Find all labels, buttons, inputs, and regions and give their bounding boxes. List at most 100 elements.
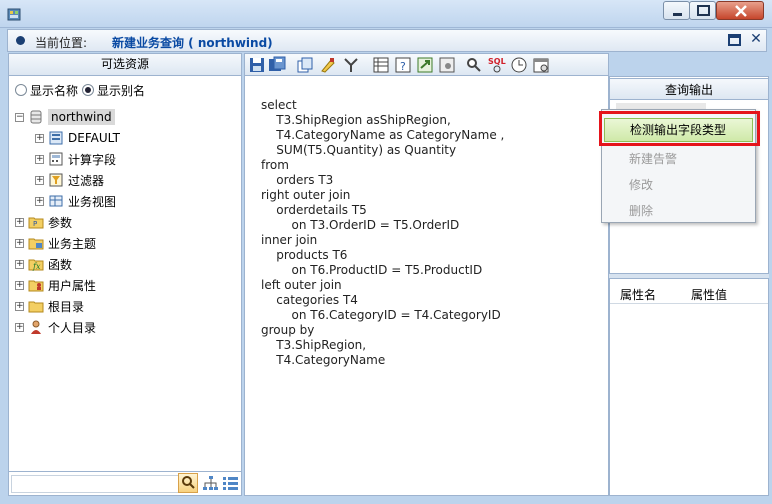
- personal-folder-icon: [31, 320, 41, 334]
- editor-toolbar: ? SQL: [244, 53, 609, 76]
- clear-icon[interactable]: [319, 56, 337, 74]
- export-icon[interactable]: [416, 56, 434, 74]
- folder-icon: [28, 301, 44, 313]
- tree-node-personal-dir[interactable]: + 个人目录: [15, 317, 96, 337]
- tree-node-filter[interactable]: + 过滤器: [35, 170, 104, 190]
- tree-label: 个人目录: [48, 320, 97, 335]
- copy-icon[interactable]: [296, 56, 314, 74]
- expand-icon[interactable]: +: [35, 133, 44, 143]
- clock-icon[interactable]: [510, 56, 528, 74]
- function-folder-icon: fx: [28, 259, 44, 271]
- database-icon: [30, 110, 42, 124]
- expand-icon[interactable]: +: [15, 238, 24, 248]
- tree-node-root-dir[interactable]: + 根目录: [15, 296, 84, 316]
- resource-panel-header: 可选资源: [9, 54, 241, 76]
- tree-node-default[interactable]: + DEFAULT: [35, 128, 120, 148]
- theme-folder-icon: [28, 238, 44, 250]
- resource-search-input[interactable]: [11, 475, 179, 493]
- svg-text:fx: fx: [32, 262, 41, 271]
- tree-node-parameters[interactable]: + P 参数: [15, 212, 72, 232]
- format-icon[interactable]: [342, 56, 360, 74]
- location-bullet-icon: [16, 36, 25, 45]
- sql-line: left outer join: [261, 278, 342, 292]
- sql-icon[interactable]: SQL: [488, 56, 506, 74]
- search-icon[interactable]: [465, 56, 483, 74]
- resource-panel: 可选资源 显示名称 显示别名 − northwind + DEFAULT + 计…: [8, 53, 242, 496]
- maximize-icon: [697, 5, 710, 16]
- radio-icon[interactable]: [82, 84, 94, 96]
- tree-node-business-theme[interactable]: + 业务主题: [15, 233, 96, 253]
- expand-icon[interactable]: +: [15, 217, 24, 227]
- expand-icon[interactable]: +: [15, 301, 24, 311]
- tree-label: 业务视图: [68, 194, 117, 209]
- search-button[interactable]: [178, 473, 198, 493]
- grid-icon[interactable]: [372, 56, 390, 74]
- sql-line: on T6.ProductID = T5.ProductID: [261, 263, 483, 277]
- sql-line: SUM(T5.Quantity) as Quantity: [261, 143, 457, 157]
- tree-label: northwind: [48, 109, 115, 125]
- expand-icon[interactable]: +: [15, 259, 24, 269]
- parameter-folder-icon: P: [28, 217, 44, 229]
- sql-line: T3.ShipRegion asShipRegion,: [261, 113, 451, 127]
- user-attr-folder-icon: [28, 280, 44, 292]
- sql-line: orderdetails T5: [261, 203, 367, 217]
- tree-node-calc-field[interactable]: + 计算字段: [35, 149, 116, 169]
- sql-line: from: [261, 158, 289, 172]
- radio-show-name[interactable]: 显示名称: [15, 82, 78, 98]
- save-icon[interactable]: [248, 56, 266, 74]
- radio-show-alias[interactable]: 显示别名: [82, 82, 145, 98]
- resource-search-bar: [9, 471, 241, 495]
- maximize-button[interactable]: [689, 1, 716, 20]
- panel-splitter[interactable]: [609, 273, 769, 279]
- radio-label: 显示别名: [97, 83, 146, 98]
- settings-icon[interactable]: [438, 56, 456, 74]
- tree-label: 函数: [48, 257, 73, 272]
- menu-item-modify[interactable]: 修改: [602, 172, 755, 198]
- property-value-header: 属性值: [691, 288, 728, 302]
- business-view-icon: [49, 195, 63, 207]
- close-icon: [735, 5, 747, 17]
- radio-icon[interactable]: [15, 84, 27, 96]
- sql-line: select: [261, 98, 297, 112]
- svg-text:P: P: [33, 220, 37, 228]
- expand-icon[interactable]: +: [35, 196, 44, 206]
- info-icon[interactable]: ?: [394, 56, 412, 74]
- panel-close-icon[interactable]: ✕: [748, 31, 764, 49]
- sql-line: products T6: [261, 248, 348, 262]
- sql-line: on T6.CategoryID = T4.CategoryID: [261, 308, 501, 322]
- list-view-icon[interactable]: [222, 475, 239, 492]
- sql-line: categories T4: [261, 293, 358, 307]
- menu-item-new-alert[interactable]: 新建告警: [602, 146, 755, 172]
- close-button[interactable]: [716, 1, 764, 20]
- minimize-button[interactable]: [663, 1, 690, 20]
- tree-node-user-attributes[interactable]: + 用户属性: [15, 275, 96, 295]
- calendar-icon[interactable]: [532, 56, 550, 74]
- expand-icon[interactable]: +: [35, 175, 44, 185]
- menu-item-delete[interactable]: 删除: [602, 198, 755, 224]
- radio-label: 显示名称: [30, 83, 79, 98]
- tree-node-northwind[interactable]: − northwind: [15, 107, 115, 127]
- sql-line: T4.CategoryName: [261, 353, 386, 367]
- menu-item-detect-field-types[interactable]: 检测输出字段类型: [604, 118, 753, 142]
- sql-editor[interactable]: select T3.ShipRegion asShipRegion, T4.Ca…: [244, 76, 609, 496]
- sql-line: T4.CategoryName as CategoryName ,: [261, 128, 505, 142]
- tree-label: 计算字段: [68, 152, 117, 167]
- panel-maximize-icon[interactable]: [728, 34, 741, 46]
- breadcrumb: 当前位置: 新建业务查询 ( northwind) ✕: [7, 29, 767, 52]
- schema-icon: [49, 131, 63, 145]
- expand-icon[interactable]: +: [15, 322, 24, 332]
- expand-icon[interactable]: +: [35, 154, 44, 164]
- minimize-icon: [673, 13, 682, 16]
- tree-structure-icon[interactable]: [202, 475, 219, 492]
- sql-line: group by: [261, 323, 315, 337]
- tree-node-business-view[interactable]: + 业务视图: [35, 191, 116, 211]
- query-output-header: 查询输出: [609, 78, 769, 100]
- tree-label: 过滤器: [68, 173, 105, 188]
- breadcrumb-label: 当前位置:: [35, 36, 88, 50]
- save-as-icon[interactable]: [268, 56, 286, 74]
- property-name-header: 属性名: [620, 288, 657, 302]
- expand-icon[interactable]: +: [15, 280, 24, 290]
- collapse-icon[interactable]: −: [15, 112, 24, 122]
- filter-icon: [49, 173, 63, 187]
- tree-node-functions[interactable]: + fx 函数: [15, 254, 72, 274]
